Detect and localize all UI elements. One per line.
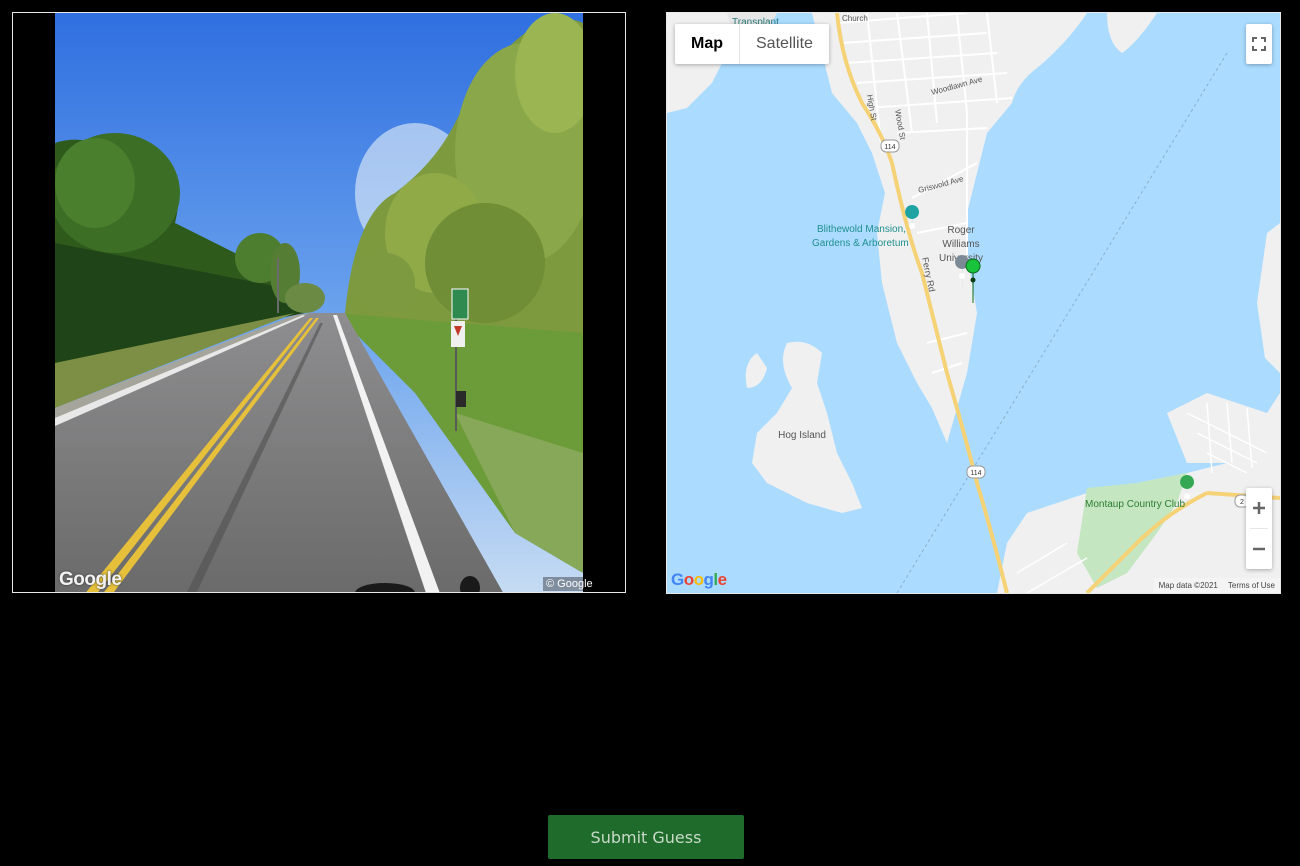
route-114-shield-south: 114: [966, 465, 986, 479]
map-panel[interactable]: 114 114 2 Transplant Church Woodlawn Ave…: [666, 12, 1281, 594]
map-data-text: Map data ©2021: [1158, 581, 1218, 590]
label-montaup: Montaup Country Club: [1085, 499, 1185, 510]
map-canvas[interactable]: 114 114 2 Transplant Church Woodlawn Ave…: [667, 13, 1280, 593]
minus-icon: [1253, 547, 1265, 551]
zoom-in-button[interactable]: [1246, 488, 1272, 528]
street-view-image[interactable]: [55, 13, 583, 593]
label-rwu-1: Roger: [947, 225, 975, 236]
map-attribution: Map data ©2021 Terms of Use: [1153, 578, 1280, 593]
submit-guess-button[interactable]: Submit Guess: [548, 815, 744, 859]
label-blithewold-2: Gardens & Arboretum: [812, 238, 909, 249]
label-rwu-2: Williams: [942, 239, 979, 250]
label-hog-island: Hog Island: [778, 430, 826, 441]
zoom-out-button[interactable]: [1246, 529, 1272, 569]
street-view-copyright: © Google: [543, 577, 596, 591]
fullscreen-button[interactable]: [1246, 24, 1272, 64]
map-type-control: Map Satellite: [675, 24, 829, 64]
zoom-control: [1246, 488, 1272, 569]
map-type-map-button[interactable]: Map: [675, 24, 739, 64]
label-blithewold-1: Blithewold Mansion,: [817, 224, 906, 235]
svg-text:2: 2: [1240, 499, 1244, 506]
label-church: Church: [842, 14, 868, 23]
svg-text:114: 114: [884, 144, 895, 151]
fullscreen-icon: [1252, 37, 1266, 51]
svg-text:114: 114: [970, 470, 981, 477]
terms-of-use-link[interactable]: Terms of Use: [1223, 581, 1280, 590]
google-logo: Google: [59, 569, 122, 590]
route-114-shield: 114: [880, 139, 900, 153]
plus-icon: [1253, 502, 1265, 514]
map-type-satellite-button[interactable]: Satellite: [739, 24, 829, 64]
street-view-panel[interactable]: Google © Google: [12, 12, 626, 593]
google-logo: Google: [671, 570, 727, 589]
